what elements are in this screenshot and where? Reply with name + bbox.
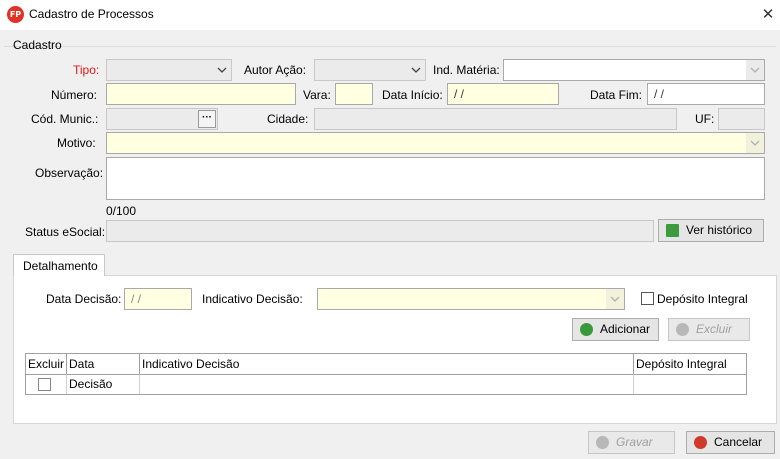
excluir-button[interactable]: Excluir: [668, 318, 750, 341]
cidade-field: [314, 108, 677, 130]
decisoes-grid[interactable]: Excluir Data Decisão Indicativo Decisão …: [25, 353, 747, 395]
window-title: Cadastro de Processos: [29, 7, 154, 21]
cod-munic-field[interactable]: ···: [106, 108, 218, 130]
numero-field[interactable]: [106, 83, 296, 105]
grid-cell[interactable]: [634, 374, 746, 394]
grid-header-indicativo-decisao[interactable]: Indicativo Decisão: [140, 354, 634, 374]
document-icon: [666, 224, 679, 237]
chevron-down-icon[interactable]: [213, 60, 231, 80]
ind-materia-label: Ind. Matéria:: [433, 63, 500, 77]
cod-munic-label: Cód. Munic.:: [31, 112, 99, 126]
data-inicio-label: Data Início:: [382, 88, 443, 102]
status-esocial-field: [106, 220, 654, 242]
grid-cell[interactable]: [67, 374, 140, 394]
group-divider: [4, 46, 776, 47]
footer-bar: Gravar Cancelar: [0, 424, 780, 459]
tipo-label: Tipo:: [73, 63, 100, 77]
chevron-down-icon[interactable]: [746, 60, 764, 80]
grid-header-deposito-integral[interactable]: Depósito Integral: [634, 354, 746, 374]
data-fim-label: Data Fim:: [590, 88, 643, 102]
grid-cell[interactable]: [26, 374, 67, 394]
ellipsis-button[interactable]: ···: [198, 110, 216, 128]
data-inicio-field[interactable]: / /: [447, 83, 559, 105]
uf-field: [718, 108, 765, 130]
status-esocial-label: Status eSocial:: [25, 225, 106, 239]
check-circle-icon: [580, 323, 593, 336]
data-decisao-field[interactable]: / /: [124, 288, 192, 310]
gravar-label: Gravar: [616, 435, 653, 449]
row-excluir-checkbox[interactable]: [38, 378, 51, 391]
vara-field[interactable]: [335, 83, 373, 105]
observacao-textarea[interactable]: [106, 157, 765, 200]
uf-label: UF:: [695, 112, 715, 126]
chevron-down-icon[interactable]: [606, 289, 624, 309]
grid-cell[interactable]: [140, 374, 634, 394]
cancelar-button[interactable]: Cancelar: [686, 431, 775, 454]
data-inicio-value: / /: [454, 87, 465, 101]
tipo-combo[interactable]: [106, 59, 232, 81]
ver-historico-label: Ver histórico: [686, 223, 753, 237]
observacao-label: Observação:: [35, 166, 104, 180]
app-logo-icon: FP: [7, 6, 24, 23]
data-fim-field[interactable]: / /: [647, 83, 765, 105]
close-icon[interactable]: ✕: [757, 3, 779, 25]
cidade-label: Cidade:: [267, 112, 309, 126]
autor-acao-label: Autor Ação:: [244, 63, 307, 77]
adicionar-label: Adicionar: [600, 322, 651, 336]
chevron-down-icon[interactable]: [407, 60, 425, 80]
close-circle-icon: [694, 436, 707, 449]
indicativo-decisao-label: Indicativo Decisão:: [202, 292, 303, 306]
cancelar-label: Cancelar: [714, 435, 763, 449]
motivo-label: Motivo:: [57, 136, 96, 150]
check-circle-icon: [596, 436, 609, 449]
data-fim-value: / /: [654, 87, 665, 101]
indicativo-decisao-combo[interactable]: [317, 288, 625, 310]
data-decisao-label: Data Decisão:: [46, 292, 122, 306]
vara-label: Vara:: [303, 88, 331, 102]
autor-acao-combo[interactable]: [314, 59, 426, 81]
numero-label: Número:: [51, 88, 98, 102]
detalhamento-panel: Data Decisão: / / Indicativo Decisão: De…: [13, 275, 777, 424]
close-circle-icon: [676, 323, 689, 336]
grid-header-data-decisao[interactable]: Data Decisão: [67, 354, 140, 391]
deposito-integral-checkbox[interactable]: [641, 292, 654, 305]
ind-materia-combo[interactable]: [503, 59, 765, 81]
observacao-counter: 0/100: [106, 204, 137, 218]
tab-detalhamento[interactable]: Detalhamento: [13, 254, 105, 276]
excluir-label: Excluir: [696, 322, 733, 336]
data-decisao-value: / /: [131, 292, 142, 306]
group-title-cadastro: Cadastro: [13, 38, 62, 52]
chevron-down-icon[interactable]: [746, 133, 764, 153]
deposito-integral-label: Depósito Integral: [657, 292, 748, 306]
window-titlebar: FP Cadastro de Processos ✕: [0, 0, 780, 30]
grid-header-excluir[interactable]: Excluir: [26, 354, 67, 374]
adicionar-button[interactable]: Adicionar: [572, 318, 659, 341]
gravar-button[interactable]: Gravar: [588, 431, 675, 454]
ver-historico-button[interactable]: Ver histórico: [658, 219, 764, 242]
motivo-combo[interactable]: [106, 132, 765, 154]
